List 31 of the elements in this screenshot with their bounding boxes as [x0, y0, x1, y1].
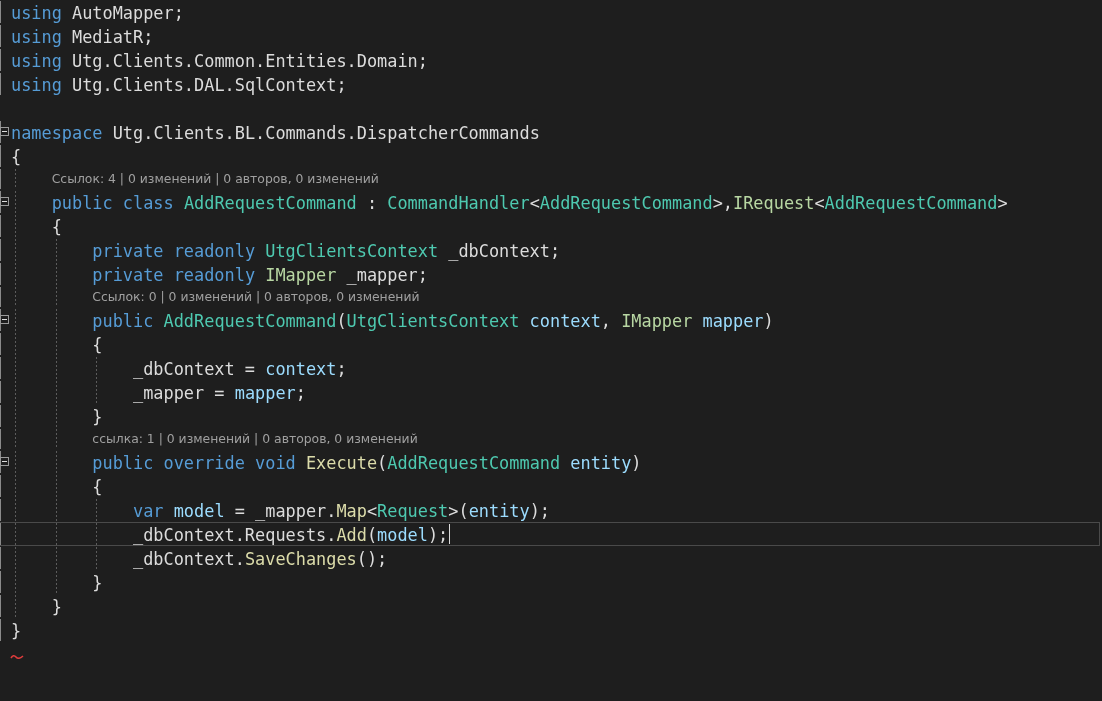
collapse-icon[interactable]: [0, 197, 9, 206]
code-line: namespace Utg.Clients.BL.Commands.DispatcherCommands: [11, 121, 540, 143]
error-squiggle-icon: [10, 653, 24, 661]
code-line: public override void Execute(AddRequestCommand entity): [92, 451, 642, 473]
code-line: _dbContext.Requests.Add(model);: [133, 523, 449, 545]
code-line: {: [11, 145, 22, 167]
code-lens-info[interactable]: ссылка: 1 | 0 изменений | 0 авторов, 0 изменений: [92, 429, 418, 449]
code-line: using Utg.Clients.Common.Entities.Domain;: [11, 49, 428, 71]
code-line: _dbContext.SaveChanges();: [133, 547, 388, 569]
code-line: }: [92, 405, 103, 427]
code-line: public AddRequestCommand(UtgClientsContext context, IMapper mapper): [92, 309, 774, 331]
code-line: }: [51, 595, 62, 617]
code-lens-info[interactable]: Ссылок: 0 | 0 изменений | 0 авторов, 0 изменений: [92, 287, 420, 307]
code-line: var model = _mapper.Map<Request>(entity);: [133, 499, 550, 521]
code-line: using MediatR;: [11, 25, 154, 47]
code-line: _dbContext = context;: [133, 357, 347, 379]
code-line: using AutoMapper;: [11, 1, 184, 23]
code-line: }: [11, 619, 22, 641]
code-line: {: [92, 475, 103, 497]
code-line: using Utg.Clients.DAL.SqlContext;: [11, 73, 347, 95]
code-lens-info[interactable]: Ссылок: 4 | 0 изменений | 0 авторов, 0 изменений: [51, 169, 379, 189]
code-line: public class AddRequestCommand : CommandHandler<AddRequestCommand>,IRequest<AddRequestCommand>: [51, 191, 1008, 213]
code-line: {: [51, 215, 62, 237]
collapse-icon[interactable]: [0, 127, 9, 136]
collapse-icon[interactable]: [0, 457, 9, 466]
code-line: private readonly IMapper _mapper;: [92, 263, 428, 285]
code-line: }: [92, 571, 103, 593]
code-line: {: [92, 333, 103, 355]
code-line: private readonly UtgClientsContext _dbContext;: [92, 239, 561, 261]
code-line: _mapper = mapper;: [133, 381, 306, 403]
collapse-icon[interactable]: [0, 315, 9, 324]
